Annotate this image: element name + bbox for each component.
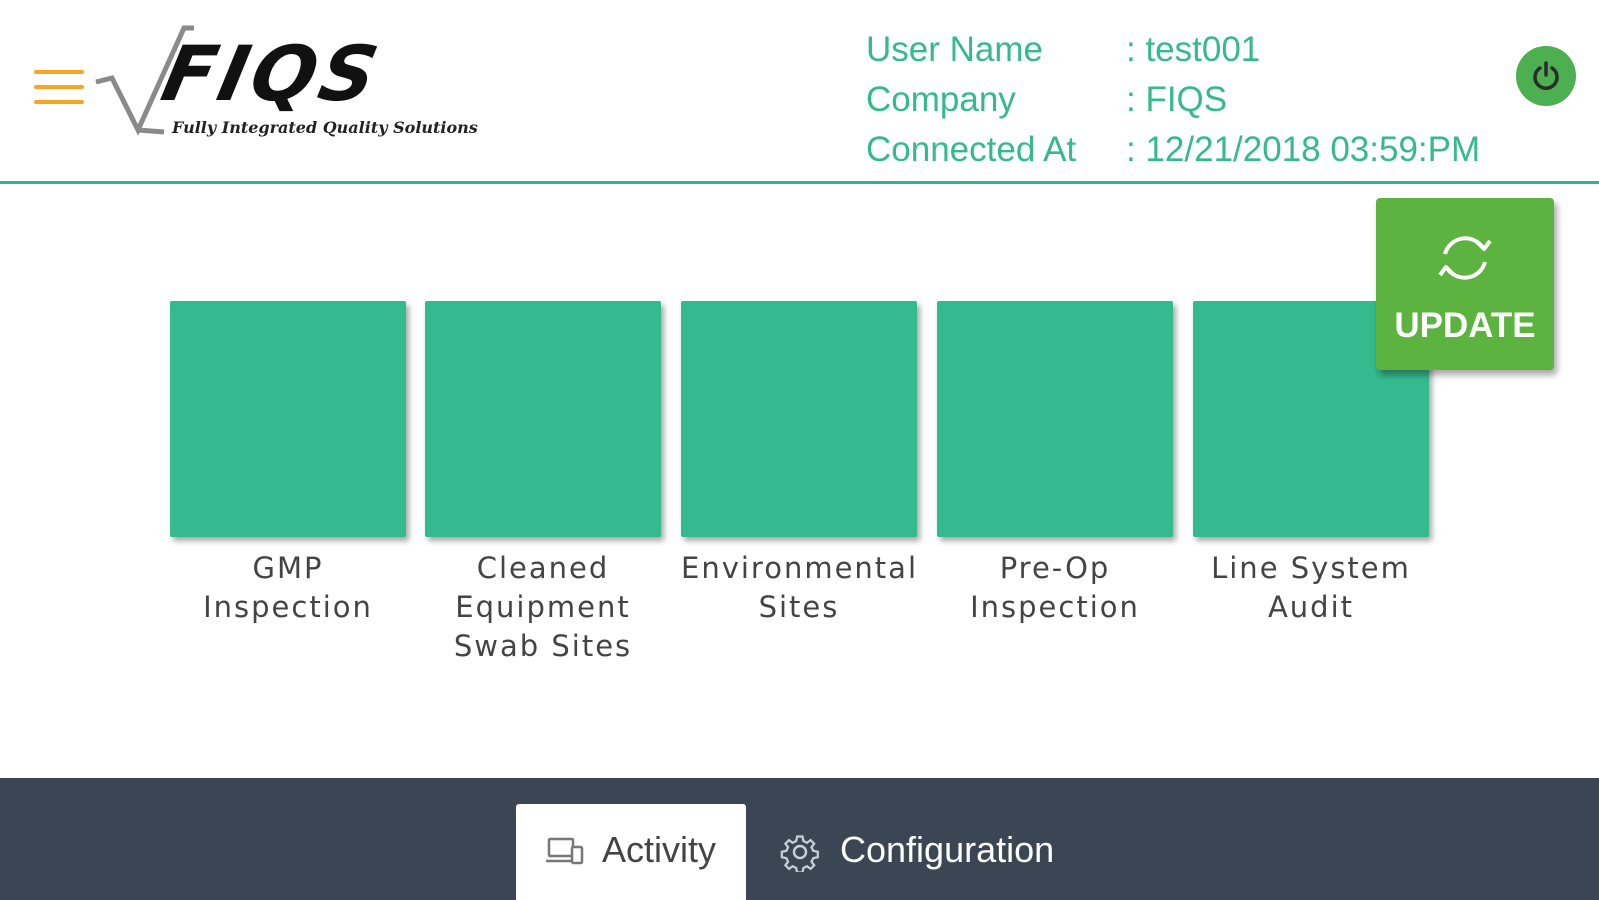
power-icon [1533,61,1559,90]
user-name-label: User Name [866,30,1043,69]
tile-environmental-sites[interactable]: Environmental Sites [681,301,917,627]
tile-gmp-inspection[interactable]: GMP Inspection [170,301,406,627]
tile-label: Cleaned Equipment Swab Sites [453,551,633,663]
tile-label: Pre-Op Inspection [970,551,1140,624]
tab-configuration-label: Configuration [840,829,1055,870]
tile-cleaned-equipment-box[interactable] [425,301,661,537]
update-label: UPDATE [1394,306,1536,345]
app-header: FIQS Fully Integrated Quality Solutions … [0,0,1599,182]
tile-label: GMP Inspection [203,551,373,624]
company-value: : FIQS [1126,80,1228,119]
tab-activity-label: Activity [602,829,717,870]
header-divider [0,181,1599,184]
tile-pre-op-inspection-box[interactable] [937,301,1173,537]
fiqs-logo: FIQS Fully Integrated Quality Solutions [94,20,494,145]
refresh-icon [1438,236,1492,280]
company-label: Company [866,80,1016,119]
tile-pre-op-inspection[interactable]: Pre-Op Inspection [937,301,1173,627]
power-button[interactable] [1516,46,1576,106]
logo-tagline: Fully Integrated Quality Solutions [172,118,478,137]
tile-label: Environmental Sites [681,551,919,624]
tab-configuration[interactable]: Configuration [770,804,1090,900]
tile-label: Line System Audit [1211,551,1411,624]
gear-icon [780,835,819,872]
hamburger-menu-icon[interactable] [34,68,84,108]
tile-cleaned-equipment-swab-sites[interactable]: Cleaned Equipment Swab Sites [425,301,661,666]
connected-at-value: : 12/21/2018 03:59:PM [1126,130,1481,169]
user-name-value: : test001 [1126,30,1261,69]
tab-activity[interactable]: Activity [516,804,746,900]
connected-at-label: Connected At [866,130,1077,169]
logo-wordmark: FIQS [154,29,390,118]
bottom-navigation: Activity Configuration [0,778,1599,900]
update-button[interactable]: UPDATE [1376,198,1554,370]
tile-gmp-inspection-box[interactable] [170,301,406,537]
tile-environmental-sites-box[interactable] [681,301,917,537]
devices-icon [546,837,584,865]
